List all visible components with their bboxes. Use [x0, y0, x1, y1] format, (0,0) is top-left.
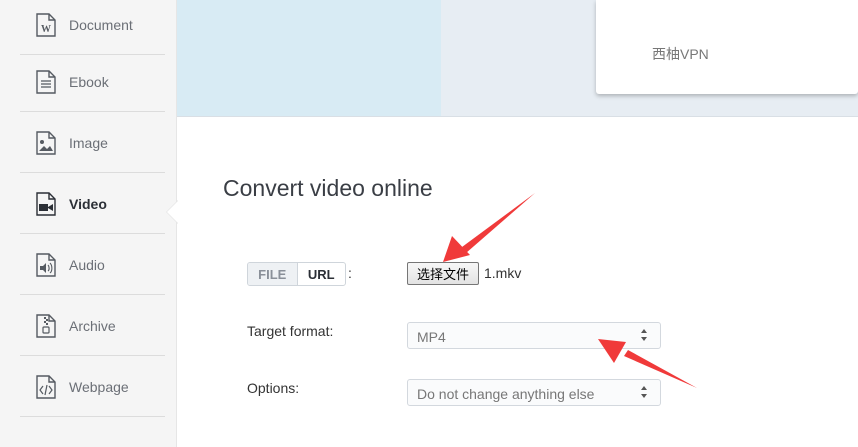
sidebar-item-archive[interactable]: Archive [20, 296, 165, 356]
active-pointer-fill [167, 201, 178, 223]
target-format-label: Target format: [247, 323, 334, 339]
sidebar-item-document[interactable]: W Document [20, 0, 165, 55]
banner-divider [177, 116, 858, 117]
sidebar-item-ebook[interactable]: Ebook [20, 52, 165, 112]
video-icon [35, 191, 57, 217]
sidebar-item-label: Document [69, 16, 133, 33]
target-format-select[interactable]: MP4 [407, 322, 661, 349]
webpage-icon [35, 374, 57, 400]
choose-file-button[interactable]: 选择文件 [407, 262, 479, 285]
sidebar-item-label: Audio [69, 256, 105, 273]
image-icon [35, 130, 57, 156]
audio-icon [35, 252, 57, 278]
target-format-value: MP4 [417, 329, 446, 345]
document-icon: W [35, 12, 57, 38]
options-label: Options: [247, 380, 300, 396]
source-toggle: FILE URL [247, 262, 346, 286]
select-arrows-icon [641, 329, 647, 341]
page-title: Convert video online [223, 175, 433, 201]
selected-file-name: 1.mkv [484, 265, 522, 281]
sidebar-item-video[interactable]: Video [20, 174, 165, 234]
archive-icon [35, 313, 57, 339]
options-select[interactable]: Do not change anything else [407, 379, 661, 406]
annotation-arrow-file [443, 193, 535, 262]
sidebar-item-label: Webpage [69, 378, 129, 395]
sidebar-item-label: Video [69, 195, 107, 212]
sidebar-item-audio[interactable]: Audio [20, 235, 165, 295]
sidebar-item-label: Ebook [69, 73, 109, 90]
sidebar: W Document Ebook Image Video Audio Archi… [0, 0, 177, 447]
url-tab[interactable]: URL [298, 263, 346, 285]
ebook-icon [35, 69, 57, 95]
sidebar-item-webpage[interactable]: Webpage [20, 357, 165, 417]
options-value: Do not change anything else [417, 386, 595, 402]
source-colon: : [348, 265, 352, 281]
banner-left [177, 0, 441, 117]
sidebar-item-label: Image [69, 134, 108, 151]
svg-text:W: W [41, 24, 51, 35]
ad-text[interactable]: 西柚VPN [652, 44, 709, 64]
select-arrows-icon [641, 386, 647, 398]
sidebar-item-label: Archive [69, 317, 116, 334]
sidebar-item-image[interactable]: Image [20, 113, 165, 173]
ad-card[interactable]: 西柚VPN [596, 0, 858, 94]
file-tab[interactable]: FILE [248, 263, 298, 285]
